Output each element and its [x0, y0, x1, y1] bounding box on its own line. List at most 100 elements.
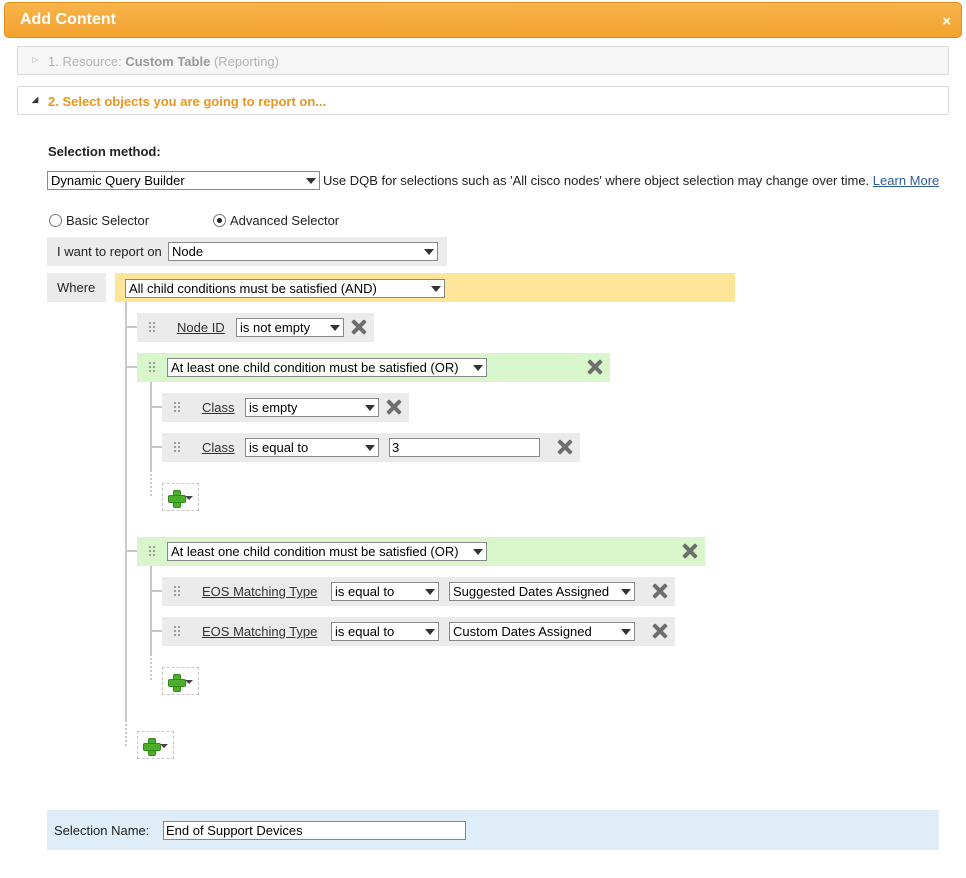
- tree-connector: [125, 550, 137, 552]
- drag-handle-icon[interactable]: [148, 361, 156, 373]
- dialog-header: Add Content ×: [4, 2, 962, 38]
- remove-icon[interactable]: [587, 359, 603, 375]
- tree-connector: [150, 382, 152, 470]
- or-operator-value: At least one child condition must be sat…: [171, 360, 459, 375]
- dropdown-caret-icon: [621, 588, 631, 595]
- basic-selector-label[interactable]: Basic Selector: [66, 213, 149, 228]
- learn-more-link[interactable]: Learn More: [873, 173, 939, 188]
- tree-connector: [125, 720, 127, 746]
- collapse-arrow-icon: ◢: [32, 95, 39, 104]
- dropdown-caret-icon: [473, 364, 483, 371]
- condition-operator-value: is equal to: [335, 624, 395, 639]
- or-operator-value: At least one child condition must be sat…: [171, 544, 459, 559]
- selection-name-label: Selection Name:: [54, 823, 150, 838]
- step-1-label: 1. Resource: Custom Table (Reporting): [48, 54, 279, 69]
- step-1-suffix: (Reporting): [213, 54, 279, 69]
- tree-connector: [125, 326, 137, 328]
- condition-field-link[interactable]: EOS Matching Type: [202, 584, 317, 599]
- drag-handle-icon[interactable]: [173, 625, 181, 637]
- condition-operator-select[interactable]: is equal to: [245, 438, 379, 457]
- tree-connector: [150, 406, 162, 408]
- step-2-header[interactable]: ◢ 2. Select objects you are going to rep…: [17, 86, 949, 115]
- dropdown-caret-icon: [621, 628, 631, 635]
- dropdown-caret-icon: [365, 444, 375, 451]
- dialog-title: Add Content: [20, 11, 116, 28]
- remove-icon[interactable]: [386, 399, 402, 415]
- drag-handle-icon[interactable]: [173, 441, 181, 453]
- selection-method-hint: Use DQB for selections such as 'All cisc…: [323, 173, 939, 188]
- remove-icon[interactable]: [351, 319, 367, 335]
- add-condition-button[interactable]: [162, 667, 199, 695]
- drag-handle-icon[interactable]: [148, 545, 156, 557]
- condition-operator-value: is equal to: [335, 584, 395, 599]
- selection-method-hint-text: Use DQB for selections such as 'All cisc…: [323, 173, 870, 188]
- dropdown-caret-icon: [306, 177, 316, 184]
- condition-value-input[interactable]: [389, 438, 540, 457]
- add-icon: [143, 738, 161, 756]
- dropdown-caret-icon: [425, 588, 435, 595]
- dropdown-caret-icon: [424, 248, 434, 255]
- remove-icon[interactable]: [652, 623, 668, 639]
- condition-operator-value: is empty: [249, 400, 298, 415]
- condition-field-link[interactable]: Node ID: [177, 320, 225, 335]
- remove-icon[interactable]: [652, 583, 668, 599]
- dropdown-caret-icon: [185, 680, 193, 684]
- dropdown-caret-icon: [431, 285, 441, 292]
- condition-value-select[interactable]: Suggested Dates Assigned: [449, 582, 635, 601]
- tree-connector: [125, 366, 137, 368]
- expand-arrow-icon: ▷: [32, 55, 39, 64]
- report-on-label: I want to report on: [57, 244, 162, 259]
- condition-field-link[interactable]: EOS Matching Type: [202, 624, 317, 639]
- report-on-value: Node: [172, 244, 204, 259]
- condition-operator-select[interactable]: is empty: [245, 398, 379, 417]
- remove-icon[interactable]: [557, 439, 573, 455]
- add-condition-button[interactable]: [162, 483, 199, 511]
- drag-handle-icon[interactable]: [173, 401, 181, 413]
- remove-icon[interactable]: [682, 543, 698, 559]
- condition-value-select[interactable]: Custom Dates Assigned: [449, 622, 635, 641]
- condition-field-link[interactable]: Class: [202, 400, 235, 415]
- add-icon: [168, 674, 186, 692]
- report-on-select[interactable]: Node: [168, 242, 438, 261]
- tree-connector: [150, 654, 152, 680]
- where-label: Where: [57, 280, 96, 295]
- advanced-selector-radio[interactable]: [213, 214, 226, 227]
- tree-connector: [125, 302, 127, 720]
- step-1-resource-name: Custom Table: [125, 54, 211, 69]
- or-operator-select[interactable]: At least one child condition must be sat…: [167, 358, 487, 377]
- dropdown-caret-icon: [160, 744, 168, 748]
- dropdown-caret-icon: [330, 324, 340, 331]
- drag-handle-icon[interactable]: [148, 321, 156, 333]
- condition-operator-value: is equal to: [249, 440, 309, 455]
- step-1-prefix: 1. Resource:: [48, 54, 126, 69]
- drag-handle-icon[interactable]: [173, 585, 181, 597]
- advanced-selector-label[interactable]: Advanced Selector: [230, 213, 339, 228]
- tree-connector: [150, 470, 152, 496]
- condition-operator-select[interactable]: is not empty: [236, 318, 344, 337]
- dropdown-caret-icon: [473, 548, 483, 555]
- close-icon[interactable]: ×: [942, 13, 951, 30]
- or-operator-select[interactable]: At least one child condition must be sat…: [167, 542, 487, 561]
- condition-value: Custom Dates Assigned: [453, 624, 592, 639]
- add-root-condition-button[interactable]: [137, 731, 174, 759]
- condition-operator-value: is not empty: [240, 320, 311, 335]
- selection-method-select[interactable]: Dynamic Query Builder: [47, 171, 320, 190]
- dropdown-caret-icon: [425, 628, 435, 635]
- condition-value: Suggested Dates Assigned: [453, 584, 610, 599]
- condition-operator-select[interactable]: is equal to: [331, 622, 439, 641]
- dropdown-caret-icon: [185, 496, 193, 500]
- selection-method-label: Selection method:: [48, 144, 161, 159]
- and-operator-value: All child conditions must be satisfied (…: [129, 281, 377, 296]
- step-1-header[interactable]: ▷ 1. Resource: Custom Table (Reporting): [17, 46, 949, 75]
- tree-connector: [150, 566, 152, 654]
- step-2-label: 2. Select objects you are going to repor…: [48, 94, 327, 109]
- selection-name-input[interactable]: [163, 821, 466, 840]
- dropdown-caret-icon: [365, 404, 375, 411]
- and-operator-select[interactable]: All child conditions must be satisfied (…: [125, 279, 445, 298]
- tree-connector: [150, 590, 162, 592]
- tree-connector: [150, 630, 162, 632]
- basic-selector-radio[interactable]: [49, 214, 62, 227]
- condition-field-link[interactable]: Class: [202, 440, 235, 455]
- add-icon: [168, 490, 186, 508]
- condition-operator-select[interactable]: is equal to: [331, 582, 439, 601]
